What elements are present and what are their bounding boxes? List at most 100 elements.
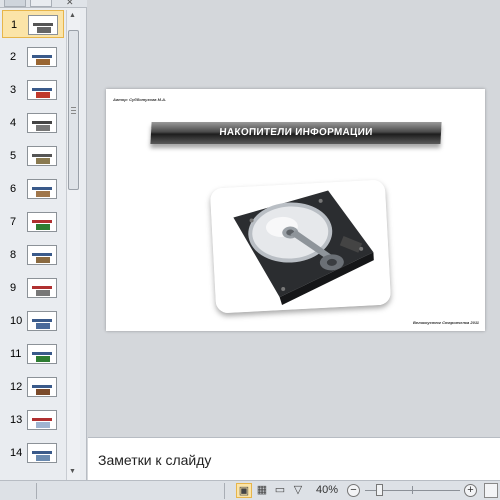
slide-footer-credit: Великоустюг Старовчелка 2011 (412, 320, 479, 325)
thumbnail-preview (27, 311, 57, 331)
slide-thumbnail[interactable]: 8 (2, 241, 64, 269)
slide-thumbnail[interactable]: 4 (2, 109, 64, 137)
zoom-in-button[interactable]: + (464, 484, 477, 497)
tab-slides[interactable] (4, 0, 26, 7)
scroll-up-icon[interactable]: ▲ (69, 12, 76, 19)
thumbnail-title-bar (32, 220, 52, 223)
thumbnail-image (36, 158, 50, 164)
thumbnail-image (36, 59, 50, 65)
thumbnail-image (36, 257, 50, 263)
thumbnail-preview (27, 179, 57, 199)
slide-number: 13 (10, 414, 23, 426)
slide-author-text: Автор: Субботухова М.А. (113, 97, 167, 102)
slide-thumbnail[interactable]: 9 (2, 274, 64, 302)
thumbnail-image (37, 27, 51, 33)
thumbnail-image (36, 356, 50, 362)
slide-number: 2 (10, 51, 17, 63)
slide-thumbnail[interactable]: 12 (2, 373, 64, 401)
slide-number: 1 (11, 19, 18, 31)
slide-number: 6 (10, 183, 17, 195)
slide-number: 12 (10, 381, 23, 393)
thumbnail-image (36, 422, 50, 428)
tab-outline[interactable] (30, 0, 52, 7)
slide-thumbnail[interactable]: 10 (2, 307, 64, 335)
slide-title-banner[interactable]: НАКОПИТЕЛИ ИНФОРМАЦИИ (150, 122, 442, 144)
thumbnail-title-bar (32, 418, 52, 421)
slide-thumbnail[interactable]: 2 (2, 43, 64, 71)
thumbnail-title-bar (32, 88, 52, 91)
current-slide[interactable]: Автор: Субботухова М.А. НАКОПИТЕЛИ ИНФОР… (106, 89, 485, 331)
thumbnail-image (36, 455, 50, 461)
thumbnail-title-bar (32, 352, 52, 355)
grip-line (71, 107, 76, 108)
thumbnail-preview (27, 410, 57, 430)
thumbnail-preview (27, 212, 57, 232)
thumbnail-title-bar (32, 55, 52, 58)
thumbnail-title-bar (32, 187, 52, 190)
slide-thumbnail[interactable]: 6 (2, 175, 64, 203)
scrollbar-thumb[interactable] (68, 30, 79, 190)
zoom-slider-knob[interactable] (376, 484, 383, 496)
slide-thumbnail[interactable]: 11 (2, 340, 64, 368)
close-icon[interactable]: ✕ (66, 0, 74, 8)
slide-thumbnail[interactable]: 5 (2, 142, 64, 170)
thumbnail-title-bar (32, 154, 52, 157)
fit-slide-button[interactable] (484, 483, 498, 498)
thumbnail-preview (27, 443, 57, 463)
slide-number: 8 (10, 249, 17, 261)
thumbnail-preview (28, 15, 58, 35)
thumbnail-image (36, 125, 50, 131)
pane-tabs: ✕ (0, 0, 87, 8)
thumbnail-image (36, 92, 50, 98)
slide-thumbnail[interactable]: 14 (2, 439, 64, 467)
slide-number: 7 (10, 216, 17, 228)
grip-line (71, 110, 76, 111)
reading-view-button[interactable]: ▭ (272, 483, 288, 498)
slide-title: НАКОПИТЕЛИ ИНФОРМАЦИИ (219, 127, 373, 138)
normal-view-button[interactable]: ▣ (236, 483, 252, 498)
status-divider (36, 483, 37, 499)
thumbnail-scrollbar[interactable]: ▲ ▼ (66, 10, 80, 480)
notes-pane[interactable]: Заметки к слайду (88, 437, 500, 480)
thumbnail-title-bar (33, 23, 53, 26)
thumbnail-title-bar (32, 253, 52, 256)
thumbnail-preview (27, 278, 57, 298)
thumbnail-preview (27, 377, 57, 397)
thumbnail-preview (27, 344, 57, 364)
thumbnail-title-bar (32, 286, 52, 289)
slide-editing-area: Автор: Субботухова М.А. НАКОПИТЕЛИ ИНФОР… (88, 0, 500, 436)
status-divider (224, 483, 225, 499)
thumbnail-image (36, 224, 50, 230)
thumbnail-title-bar (32, 121, 52, 124)
slide-thumbnail-pane: ✕ 1 2 3 4 5 6 7 8 9 10 11 12 13 14 ▲ ▼ (0, 0, 87, 480)
zoom-out-button[interactable]: − (347, 484, 360, 497)
slide-number: 4 (10, 117, 17, 129)
thumbnail-preview (27, 245, 57, 265)
hard-disk-drive-photo[interactable] (209, 179, 392, 314)
slide-thumbnail[interactable]: 1 (2, 10, 64, 38)
slide-number: 3 (10, 84, 17, 96)
slide-thumbnail[interactable]: 3 (2, 76, 64, 104)
grip-line (71, 113, 76, 114)
thumbnail-image (36, 191, 50, 197)
thumbnail-image (36, 290, 50, 296)
slide-number: 5 (10, 150, 17, 162)
slide-number: 14 (10, 447, 23, 459)
slide-sorter-view-button[interactable]: ▦ (254, 483, 270, 498)
slide-thumbnail[interactable]: 7 (2, 208, 64, 236)
thumbnail-preview (27, 47, 57, 67)
zoom-level-label[interactable]: 40% (316, 484, 338, 496)
thumbnail-preview (27, 146, 57, 166)
zoom-slider-center-mark (412, 486, 413, 494)
thumbnail-image (36, 389, 50, 395)
thumbnail-preview (27, 113, 57, 133)
thumbnail-image (36, 323, 50, 329)
status-bar: ▣ ▦ ▭ ▽ 40% − + (0, 480, 500, 500)
hard-drive-icon (209, 179, 392, 314)
notes-placeholder: Заметки к слайду (98, 452, 212, 468)
thumbnail-preview (27, 80, 57, 100)
thumbnail-title-bar (32, 319, 52, 322)
scroll-down-icon[interactable]: ▼ (69, 468, 76, 475)
slideshow-view-button[interactable]: ▽ (290, 483, 306, 498)
slide-thumbnail[interactable]: 13 (2, 406, 64, 434)
